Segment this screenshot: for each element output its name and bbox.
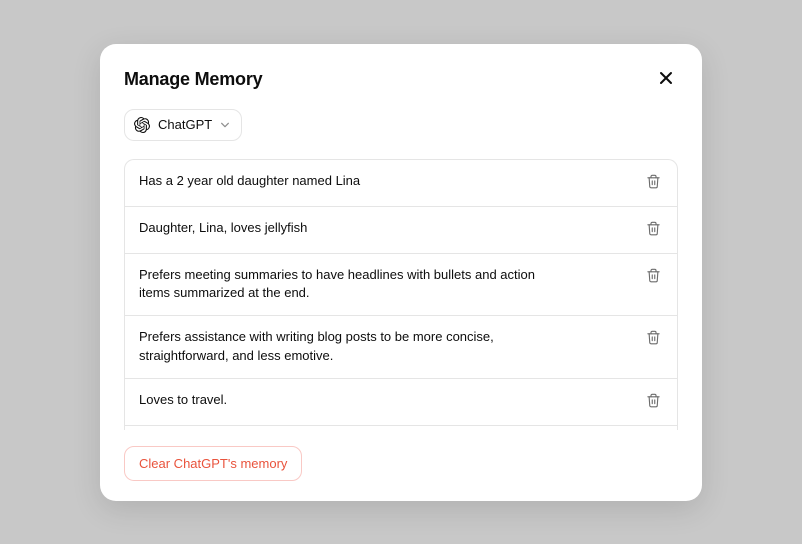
- trash-icon: [646, 174, 661, 192]
- chevron-down-icon: [220, 120, 230, 130]
- memory-text: Loves to travel.: [139, 391, 227, 410]
- delete-memory-button[interactable]: [644, 266, 663, 288]
- delete-memory-button[interactable]: [644, 172, 663, 194]
- memory-text: Prefers meeting summaries to have headli…: [139, 266, 539, 304]
- memory-item: Daughter, Lina, loves jellyfish: [125, 207, 677, 254]
- memory-list[interactable]: Has a 2 year old daughter named Lina Daug…: [124, 159, 678, 430]
- dropdown-label: ChatGPT: [158, 117, 212, 132]
- delete-memory-button[interactable]: [644, 328, 663, 350]
- memory-text: Prefers assistance with writing blog pos…: [139, 328, 539, 366]
- modal-header: Manage Memory: [124, 66, 678, 93]
- modal-title: Manage Memory: [124, 69, 262, 90]
- model-dropdown[interactable]: ChatGPT: [124, 109, 242, 141]
- memory-list-container: Has a 2 year old daughter named Lina Daug…: [124, 159, 678, 430]
- trash-icon: [646, 330, 661, 348]
- memory-item: Loves to travel.: [125, 379, 677, 426]
- close-icon: [658, 70, 674, 89]
- modal-footer: Clear ChatGPT's memory: [124, 430, 678, 481]
- memory-item: Prefers assistance with writing blog pos…: [125, 316, 677, 379]
- delete-memory-button[interactable]: [644, 391, 663, 413]
- memory-item: Has a 2 year old daughter named Lina: [125, 160, 677, 207]
- close-button[interactable]: [654, 66, 678, 93]
- memory-item: Is interested in traveling to Mexico for…: [125, 426, 677, 430]
- openai-icon: [134, 117, 150, 133]
- trash-icon: [646, 393, 661, 411]
- manage-memory-modal: Manage Memory ChatGPT Has a 2 year old d…: [100, 44, 702, 501]
- memory-text: Daughter, Lina, loves jellyfish: [139, 219, 307, 238]
- trash-icon: [646, 268, 661, 286]
- delete-memory-button[interactable]: [644, 219, 663, 241]
- clear-memory-button[interactable]: Clear ChatGPT's memory: [124, 446, 302, 481]
- trash-icon: [646, 221, 661, 239]
- memory-item: Prefers meeting summaries to have headli…: [125, 254, 677, 317]
- memory-text: Has a 2 year old daughter named Lina: [139, 172, 360, 191]
